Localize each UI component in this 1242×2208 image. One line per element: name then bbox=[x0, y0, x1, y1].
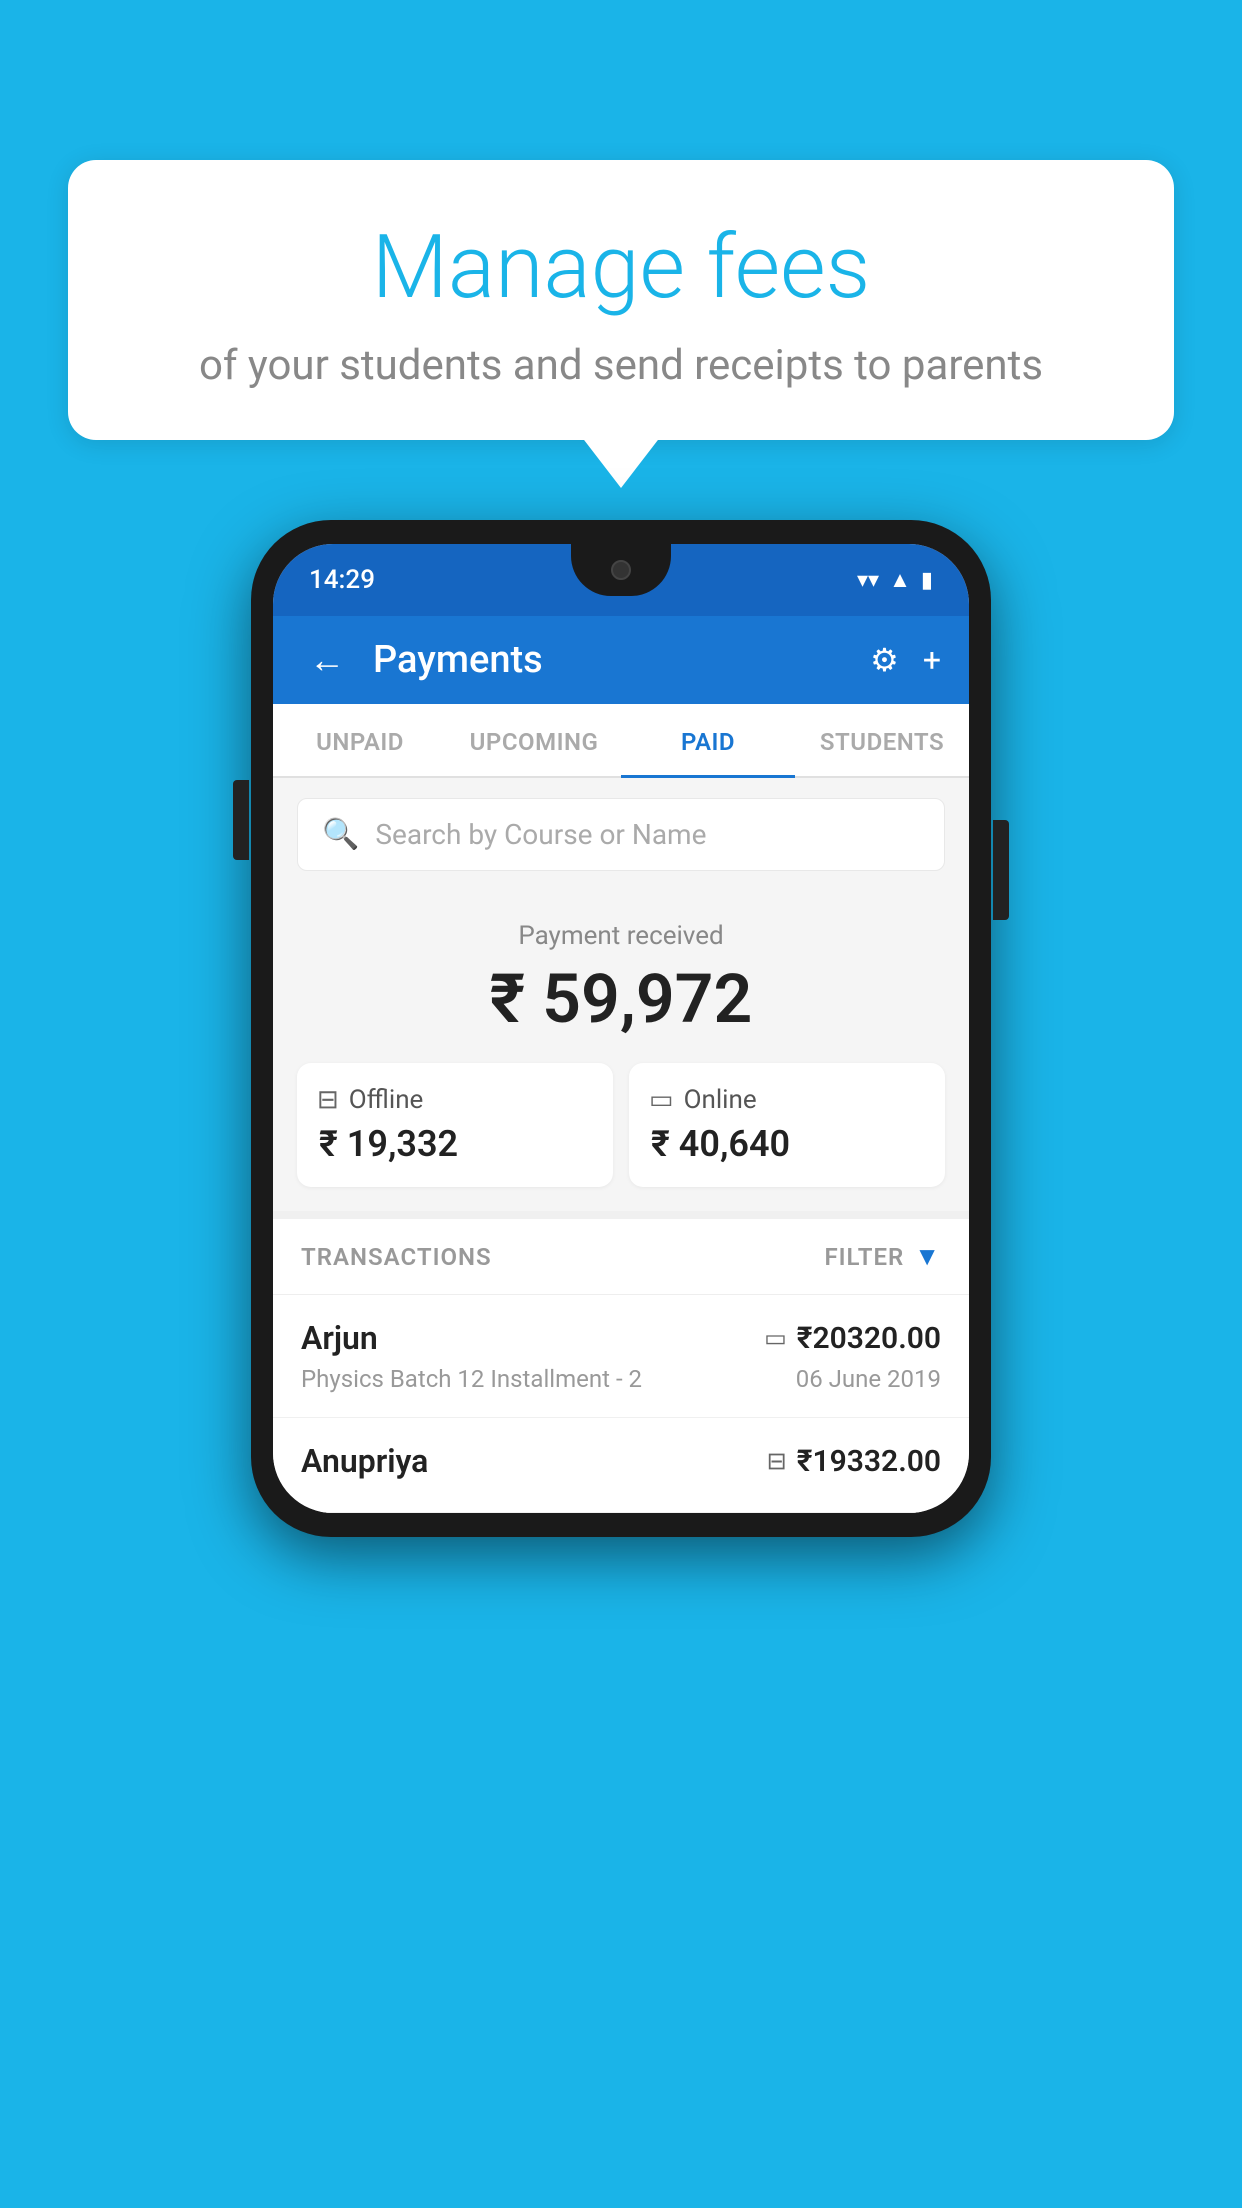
transaction-date: 06 June 2019 bbox=[796, 1365, 941, 1393]
transaction-amount: ₹20320.00 bbox=[797, 1321, 941, 1356]
filter-icon: ▼ bbox=[914, 1241, 941, 1272]
bubble-title: Manage fees bbox=[118, 220, 1124, 317]
phone-outer: 14:29 ▾▾ ▲ ▮ ← Payments ⚙ + bbox=[251, 520, 991, 1537]
wifi-icon: ▾▾ bbox=[857, 568, 879, 593]
offline-card-header: ⊟ Offline bbox=[317, 1085, 593, 1115]
online-amount: ₹ 40,640 bbox=[649, 1123, 925, 1165]
transactions-label: TRANSACTIONS bbox=[301, 1243, 492, 1271]
online-card: ▭ Online ₹ 40,640 bbox=[629, 1063, 945, 1187]
search-box[interactable]: 🔍 Search by Course or Name bbox=[297, 798, 945, 871]
online-label: Online bbox=[684, 1085, 757, 1115]
transactions-header: TRANSACTIONS FILTER ▼ bbox=[273, 1219, 969, 1295]
transaction-description: Physics Batch 12 Installment - 2 bbox=[301, 1365, 642, 1393]
offline-label: Offline bbox=[349, 1085, 424, 1115]
offline-icon: ⊟ bbox=[317, 1085, 339, 1115]
offline-card: ⊟ Offline ₹ 19,332 bbox=[297, 1063, 613, 1187]
transaction-name: Arjun bbox=[301, 1319, 378, 1357]
tabs-bar: UNPAID UPCOMING PAID STUDENTS bbox=[273, 704, 969, 778]
tab-upcoming[interactable]: UPCOMING bbox=[447, 704, 621, 776]
filter-label: FILTER bbox=[824, 1243, 904, 1271]
table-row[interactable]: Anupriya ⊟ ₹19332.00 bbox=[273, 1418, 969, 1513]
table-row[interactable]: Arjun ▭ ₹20320.00 Physics Batch 12 Insta… bbox=[273, 1295, 969, 1418]
speech-bubble: Manage fees of your students and send re… bbox=[68, 160, 1174, 440]
offline-amount: ₹ 19,332 bbox=[317, 1123, 593, 1165]
settings-icon[interactable]: ⚙ bbox=[870, 641, 899, 679]
header-actions: ⚙ + bbox=[870, 641, 941, 679]
status-time: 14:29 bbox=[309, 565, 375, 595]
filter-button[interactable]: FILTER ▼ bbox=[824, 1241, 941, 1272]
camera-dot bbox=[611, 560, 631, 580]
transaction-right: ⊟ ₹19332.00 bbox=[767, 1444, 941, 1479]
app-header: ← Payments ⚙ + bbox=[273, 616, 969, 704]
transaction-right: ▭ ₹20320.00 bbox=[764, 1321, 941, 1356]
payment-received-label: Payment received bbox=[297, 921, 945, 951]
phone-mockup: 14:29 ▾▾ ▲ ▮ ← Payments ⚙ + bbox=[251, 520, 991, 1537]
tab-paid[interactable]: PAID bbox=[621, 704, 795, 776]
online-payment-icon: ▭ bbox=[764, 1324, 787, 1352]
search-input[interactable]: Search by Course or Name bbox=[375, 818, 706, 851]
transaction-top: Arjun ▭ ₹20320.00 bbox=[301, 1319, 941, 1357]
tab-unpaid[interactable]: UNPAID bbox=[273, 704, 447, 776]
battery-icon: ▮ bbox=[921, 568, 933, 593]
bubble-subtitle: of your students and send receipts to pa… bbox=[118, 341, 1124, 390]
online-card-header: ▭ Online bbox=[649, 1085, 925, 1115]
transaction-top: Anupriya ⊟ ₹19332.00 bbox=[301, 1442, 941, 1480]
phone-screen: 14:29 ▾▾ ▲ ▮ ← Payments ⚙ + bbox=[273, 544, 969, 1513]
search-container: 🔍 Search by Course or Name bbox=[273, 778, 969, 891]
online-icon: ▭ bbox=[649, 1085, 674, 1115]
search-icon: 🔍 bbox=[322, 817, 359, 852]
back-button[interactable]: ← bbox=[301, 631, 353, 689]
transaction-bottom: Physics Batch 12 Installment - 2 06 June… bbox=[301, 1365, 941, 1393]
transaction-amount: ₹19332.00 bbox=[797, 1444, 941, 1479]
payment-cards: ⊟ Offline ₹ 19,332 ▭ Online ₹ 40,640 bbox=[297, 1063, 945, 1187]
total-payment-amount: ₹ 59,972 bbox=[297, 959, 945, 1039]
status-icons: ▾▾ ▲ ▮ bbox=[857, 567, 933, 593]
tab-students[interactable]: STUDENTS bbox=[795, 704, 969, 776]
signal-icon: ▲ bbox=[889, 567, 911, 593]
page-title: Payments bbox=[373, 638, 850, 682]
transaction-name: Anupriya bbox=[301, 1442, 428, 1480]
payment-summary: Payment received ₹ 59,972 ⊟ Offline ₹ 19… bbox=[273, 891, 969, 1211]
status-bar: 14:29 ▾▾ ▲ ▮ bbox=[273, 544, 969, 616]
notch-cutout bbox=[571, 544, 671, 596]
offline-payment-icon: ⊟ bbox=[767, 1447, 787, 1475]
add-icon[interactable]: + bbox=[923, 641, 941, 679]
